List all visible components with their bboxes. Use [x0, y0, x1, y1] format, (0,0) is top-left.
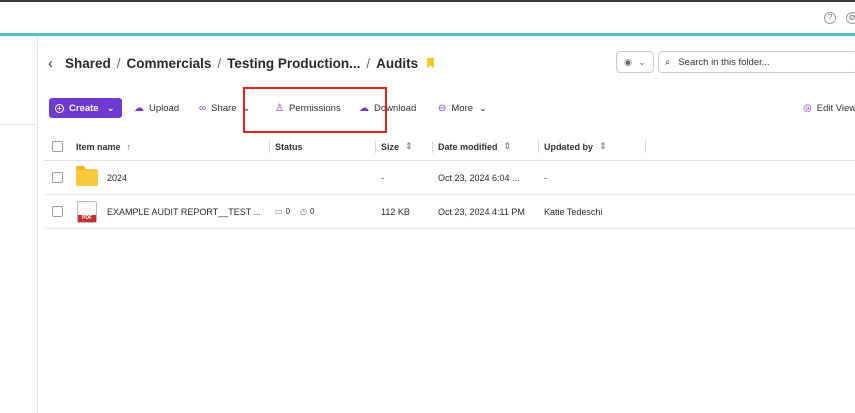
plus-icon: +	[55, 103, 64, 113]
item-date: Oct 23, 2024 4:11 PM	[438, 206, 525, 217]
breadcrumb: ‹ Shared / Commercials / Testing Product…	[48, 53, 435, 73]
chevron-down-icon: ⌄	[106, 102, 115, 114]
search-input[interactable]	[678, 56, 829, 68]
share-label: Share	[211, 102, 237, 114]
more-label: More	[451, 102, 474, 114]
column-header-updated-by[interactable]: Updated by ⇕	[544, 133, 607, 160]
help-icon[interactable]: ?	[824, 12, 836, 24]
chevron-down-icon: ⌄	[479, 102, 488, 114]
table-row[interactable]: PDF EXAMPLE AUDIT REPORT__TEST ... ▭ 0 ◷ 0…	[44, 195, 855, 229]
breadcrumb-item-commercials[interactable]: Commercials	[127, 56, 212, 71]
clock-icon: ◷	[300, 207, 307, 216]
create-button[interactable]: + Create ⌄	[49, 98, 122, 118]
cloud-upload-icon: ☁	[134, 102, 144, 114]
item-name[interactable]: EXAMPLE AUDIT REPORT__TEST ...	[107, 195, 261, 228]
comments-count[interactable]: ▭ 0	[275, 207, 290, 216]
breadcrumb-separator: /	[217, 55, 222, 71]
table-row[interactable]: 2024 - Oct 23, 2024 6:04 ... -	[44, 161, 855, 195]
more-button[interactable]: ⊖ More ⌄	[438, 98, 487, 118]
sort-icon: ⇕	[405, 141, 413, 151]
left-pane	[0, 36, 38, 413]
chevron-down-icon: ⌄	[638, 56, 646, 67]
breadcrumb-item-shared[interactable]: Shared	[65, 56, 111, 71]
link-icon: ∞	[199, 102, 207, 114]
item-size: 112 KB	[381, 206, 410, 217]
column-header-date[interactable]: Date modified ⇕	[438, 133, 511, 160]
item-date: Oct 23, 2024 6:04 ...	[438, 172, 520, 183]
select-all-checkbox[interactable]	[52, 141, 63, 152]
settings-icon[interactable]: ⚙	[846, 12, 855, 24]
breadcrumb-item-audits: Audits	[376, 55, 419, 71]
item-updated-by: -	[544, 172, 547, 183]
table-header: Item name ↑ Status Size ⇕ Date modified ⇕ U…	[44, 133, 855, 161]
item-name[interactable]: 2024	[107, 161, 127, 194]
row-checkbox[interactable]	[52, 206, 63, 217]
pdf-file-icon: PDF	[77, 200, 97, 223]
bookmark-icon[interactable]	[427, 57, 435, 69]
column-header-name[interactable]: Item name ↑	[76, 133, 131, 160]
row-checkbox[interactable]	[52, 172, 63, 183]
more-icon: ⊖	[438, 102, 447, 114]
column-header-size[interactable]: Size ⇕	[381, 133, 413, 160]
column-header-status[interactable]: Status	[275, 133, 303, 160]
eye-icon: ◎	[803, 102, 812, 114]
item-size: -	[381, 172, 384, 183]
upload-label: Upload	[149, 102, 180, 114]
item-updated-by: Katie Tedeschi	[544, 206, 603, 217]
highlight-box	[243, 87, 387, 133]
comment-icon: ▭	[275, 207, 283, 216]
breadcrumb-separator: /	[116, 55, 121, 71]
view-icon: ◉	[624, 56, 632, 67]
file-table: Item name ↑ Status Size ⇕ Date modified ⇕ U…	[44, 133, 855, 229]
create-label: Create	[69, 102, 99, 114]
back-chevron-icon[interactable]: ‹	[48, 55, 53, 72]
upload-button[interactable]: ☁ Upload	[134, 98, 179, 118]
sort-icon: ⇕	[503, 141, 512, 151]
edit-view-button[interactable]: ◎ Edit View	[803, 98, 855, 118]
versions-count[interactable]: ◷ 0	[300, 207, 314, 216]
sort-arrow-up-icon: ↑	[126, 141, 132, 152]
search-icon: ⌕	[665, 56, 671, 68]
folder-icon	[76, 166, 98, 186]
search-box[interactable]: ⌕	[658, 51, 855, 73]
left-pane-divider	[0, 124, 38, 125]
breadcrumb-item-testing-production[interactable]: Testing Production...	[227, 56, 360, 71]
edit-view-label: Edit View	[816, 102, 855, 114]
breadcrumb-separator: /	[366, 55, 371, 71]
sort-icon: ⇕	[599, 141, 607, 151]
toolbar: + Create ⌄ ☁ Upload ∞ Share ⌄ ♙ Permissi…	[49, 98, 855, 118]
view-select[interactable]: ◉ ⌄	[616, 51, 654, 73]
top-bar: ? ⚙	[0, 0, 855, 36]
